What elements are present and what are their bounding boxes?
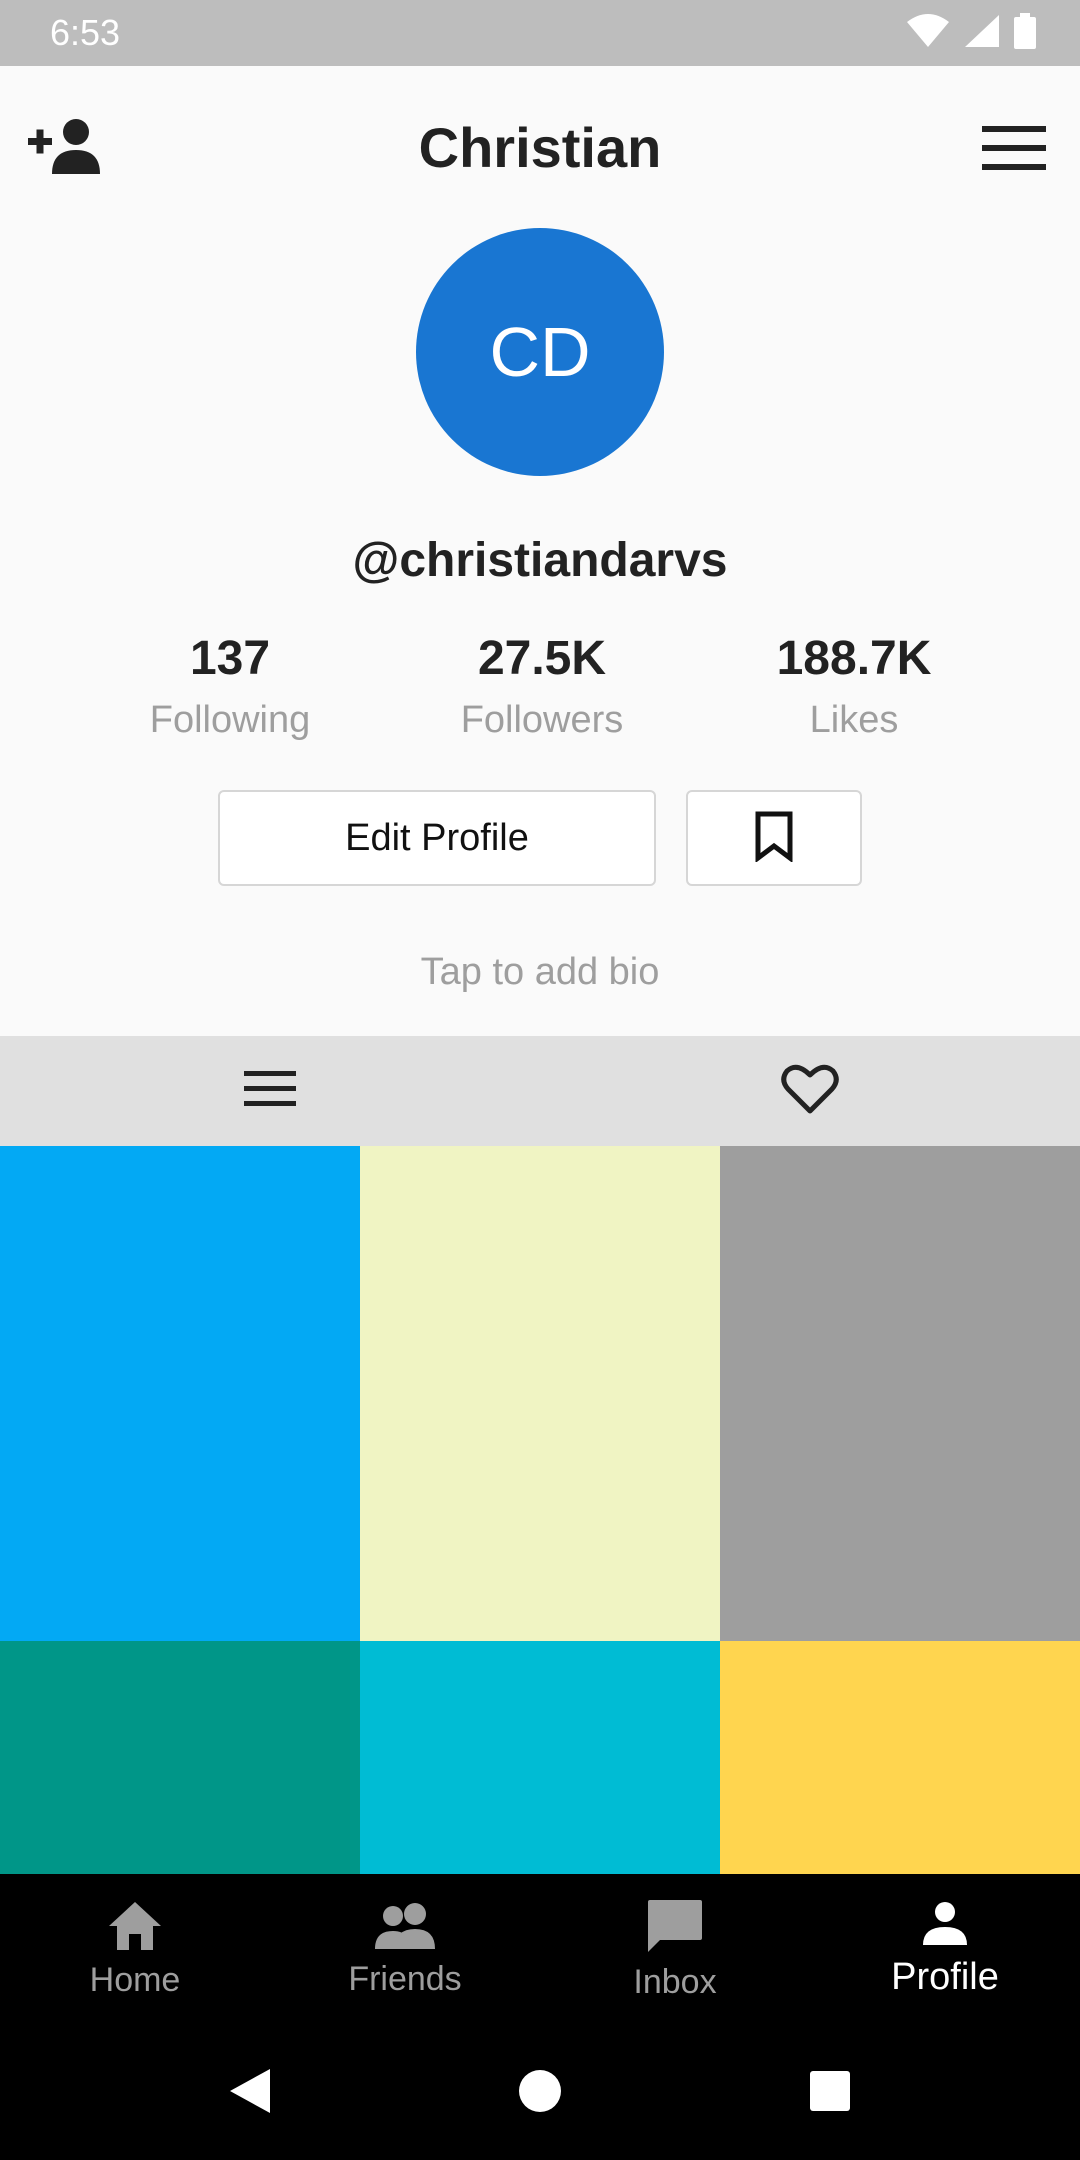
nav-home[interactable]: Home bbox=[0, 1874, 270, 2026]
following-stat[interactable]: 137 Following bbox=[100, 628, 360, 750]
system-nav bbox=[0, 2026, 1080, 2160]
likes-count: 188.7K bbox=[776, 632, 932, 685]
add-person-icon bbox=[26, 116, 106, 181]
edit-profile-button[interactable]: Edit Profile bbox=[218, 790, 656, 886]
grid-tile[interactable] bbox=[0, 1146, 360, 1641]
grid-tile[interactable] bbox=[720, 1641, 1080, 1874]
following-count: 137 bbox=[189, 632, 271, 685]
nav-profile[interactable]: Profile bbox=[810, 1874, 1080, 2026]
battery-icon bbox=[1014, 12, 1036, 54]
system-back-button[interactable] bbox=[105, 2043, 395, 2143]
signal-icon bbox=[964, 14, 1000, 53]
list-icon bbox=[244, 1070, 296, 1113]
system-home-button[interactable] bbox=[395, 2043, 685, 2143]
nav-inbox-label: Inbox bbox=[633, 1963, 717, 2001]
grid-tile[interactable] bbox=[0, 1641, 360, 1874]
followers-label: Followers bbox=[460, 699, 624, 741]
likes-stat[interactable]: 188.7K Likes bbox=[724, 628, 984, 750]
add-friend-button[interactable] bbox=[24, 112, 108, 184]
bookmarks-button[interactable] bbox=[686, 790, 862, 886]
back-icon bbox=[228, 2067, 272, 2120]
video-grid bbox=[0, 1146, 1080, 1874]
inbox-icon bbox=[646, 1898, 704, 1959]
nav-inbox[interactable]: Inbox bbox=[540, 1874, 810, 2026]
followers-stat[interactable]: 27.5K Followers bbox=[412, 628, 672, 750]
menu-icon bbox=[982, 124, 1046, 177]
add-bio-prompt[interactable]: Tap to add bio bbox=[0, 944, 1080, 1000]
menu-button[interactable] bbox=[972, 116, 1056, 184]
username: @christiandarvs bbox=[352, 534, 728, 587]
grid-tile[interactable] bbox=[360, 1641, 720, 1874]
nav-home-label: Home bbox=[89, 1961, 181, 1999]
home-icon bbox=[107, 1900, 163, 1957]
profile-icon bbox=[921, 1901, 969, 1952]
content-tabs bbox=[0, 1036, 1080, 1146]
status-bar: 6:53 bbox=[0, 0, 1080, 66]
wifi-icon bbox=[906, 13, 950, 53]
recents-icon bbox=[809, 2070, 851, 2117]
status-time: 6:53 bbox=[50, 12, 121, 53]
grid-tile[interactable] bbox=[720, 1146, 1080, 1641]
bottom-nav: Home Friends Inbox Profile bbox=[0, 1874, 1080, 2026]
friends-icon bbox=[373, 1901, 437, 1956]
followers-count: 27.5K bbox=[477, 632, 607, 685]
tab-videos[interactable] bbox=[0, 1036, 540, 1146]
tab-liked[interactable] bbox=[540, 1036, 1080, 1146]
following-label: Following bbox=[149, 699, 311, 741]
heart-icon bbox=[781, 1063, 839, 1120]
home-circle-icon bbox=[518, 2069, 562, 2118]
profile-title: Christian bbox=[418, 116, 662, 179]
nav-profile-label: Profile bbox=[891, 1956, 999, 1998]
system-recents-button[interactable] bbox=[685, 2043, 975, 2143]
grid-tile[interactable] bbox=[360, 1146, 720, 1641]
likes-label: Likes bbox=[809, 699, 899, 741]
nav-friends[interactable]: Friends bbox=[270, 1874, 540, 2026]
nav-friends-label: Friends bbox=[348, 1960, 462, 1998]
status-icons bbox=[906, 12, 1036, 54]
avatar[interactable]: CD bbox=[416, 228, 664, 476]
avatar-initials: CD bbox=[489, 313, 591, 391]
bookmark-icon bbox=[754, 810, 794, 867]
